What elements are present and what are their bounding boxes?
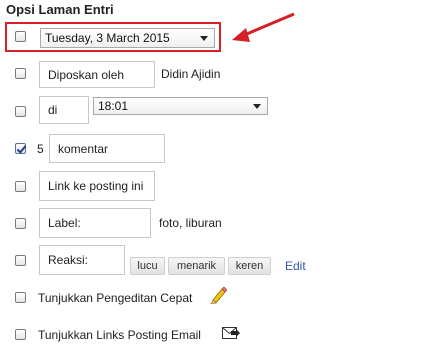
date-value: Tuesday, 3 March 2015 xyxy=(45,31,170,45)
quick-edit-label: Tunjukkan Pengeditan Cepat xyxy=(38,291,193,305)
time-select[interactable]: 18:01 xyxy=(93,97,268,115)
section-title: Opsi Laman Entri xyxy=(6,2,114,17)
reaction-chip-menarik[interactable]: menarik xyxy=(168,257,225,275)
email-links-label: Tunjukkan Links Posting Email xyxy=(38,328,201,342)
labels-checkbox[interactable] xyxy=(15,218,26,229)
author-label: Diposkan oleh xyxy=(48,67,125,82)
chevron-down-icon xyxy=(200,36,208,41)
comments-label: komentar xyxy=(58,141,109,156)
reaction-chip-keren[interactable]: keren xyxy=(228,257,271,275)
author-label-field[interactable]: Diposkan oleh xyxy=(39,61,155,88)
link-label-field[interactable]: Link ke posting ini xyxy=(39,171,155,201)
link-checkbox[interactable] xyxy=(15,181,26,192)
author-checkbox[interactable] xyxy=(15,68,26,79)
author-name: Didin Ajidin xyxy=(161,67,221,81)
email-links-checkbox[interactable] xyxy=(15,329,26,340)
labels-label: Label: xyxy=(48,216,81,230)
date-checkbox[interactable] xyxy=(15,31,26,42)
pencil-icon xyxy=(210,286,227,304)
time-checkbox[interactable] xyxy=(15,106,26,117)
date-select[interactable]: Tuesday, 3 March 2015 xyxy=(40,28,215,48)
reaction-chip-lucu[interactable]: lucu xyxy=(130,257,165,275)
annotation-arrow-icon xyxy=(232,12,295,42)
reactions-checkbox[interactable] xyxy=(15,255,26,266)
email-post-icon xyxy=(222,327,240,339)
labels-label-field[interactable]: Label: xyxy=(39,208,151,238)
comment-count: 5 xyxy=(37,142,44,156)
chevron-down-icon xyxy=(253,104,261,109)
labels-value: foto, liburan xyxy=(159,216,222,230)
quick-edit-checkbox[interactable] xyxy=(15,292,26,303)
link-label: Link ke posting ini xyxy=(48,179,144,193)
time-value: 18:01 xyxy=(98,99,129,113)
reactions-label-field[interactable]: Reaksi: xyxy=(39,245,125,275)
time-label: di xyxy=(48,103,58,117)
reactions-label: Reaksi: xyxy=(48,253,89,267)
comments-label-field[interactable]: komentar xyxy=(49,134,165,163)
time-label-field[interactable]: di xyxy=(39,96,89,124)
comments-checkbox[interactable] xyxy=(15,143,26,154)
reactions-edit-link[interactable]: Edit xyxy=(285,259,306,273)
